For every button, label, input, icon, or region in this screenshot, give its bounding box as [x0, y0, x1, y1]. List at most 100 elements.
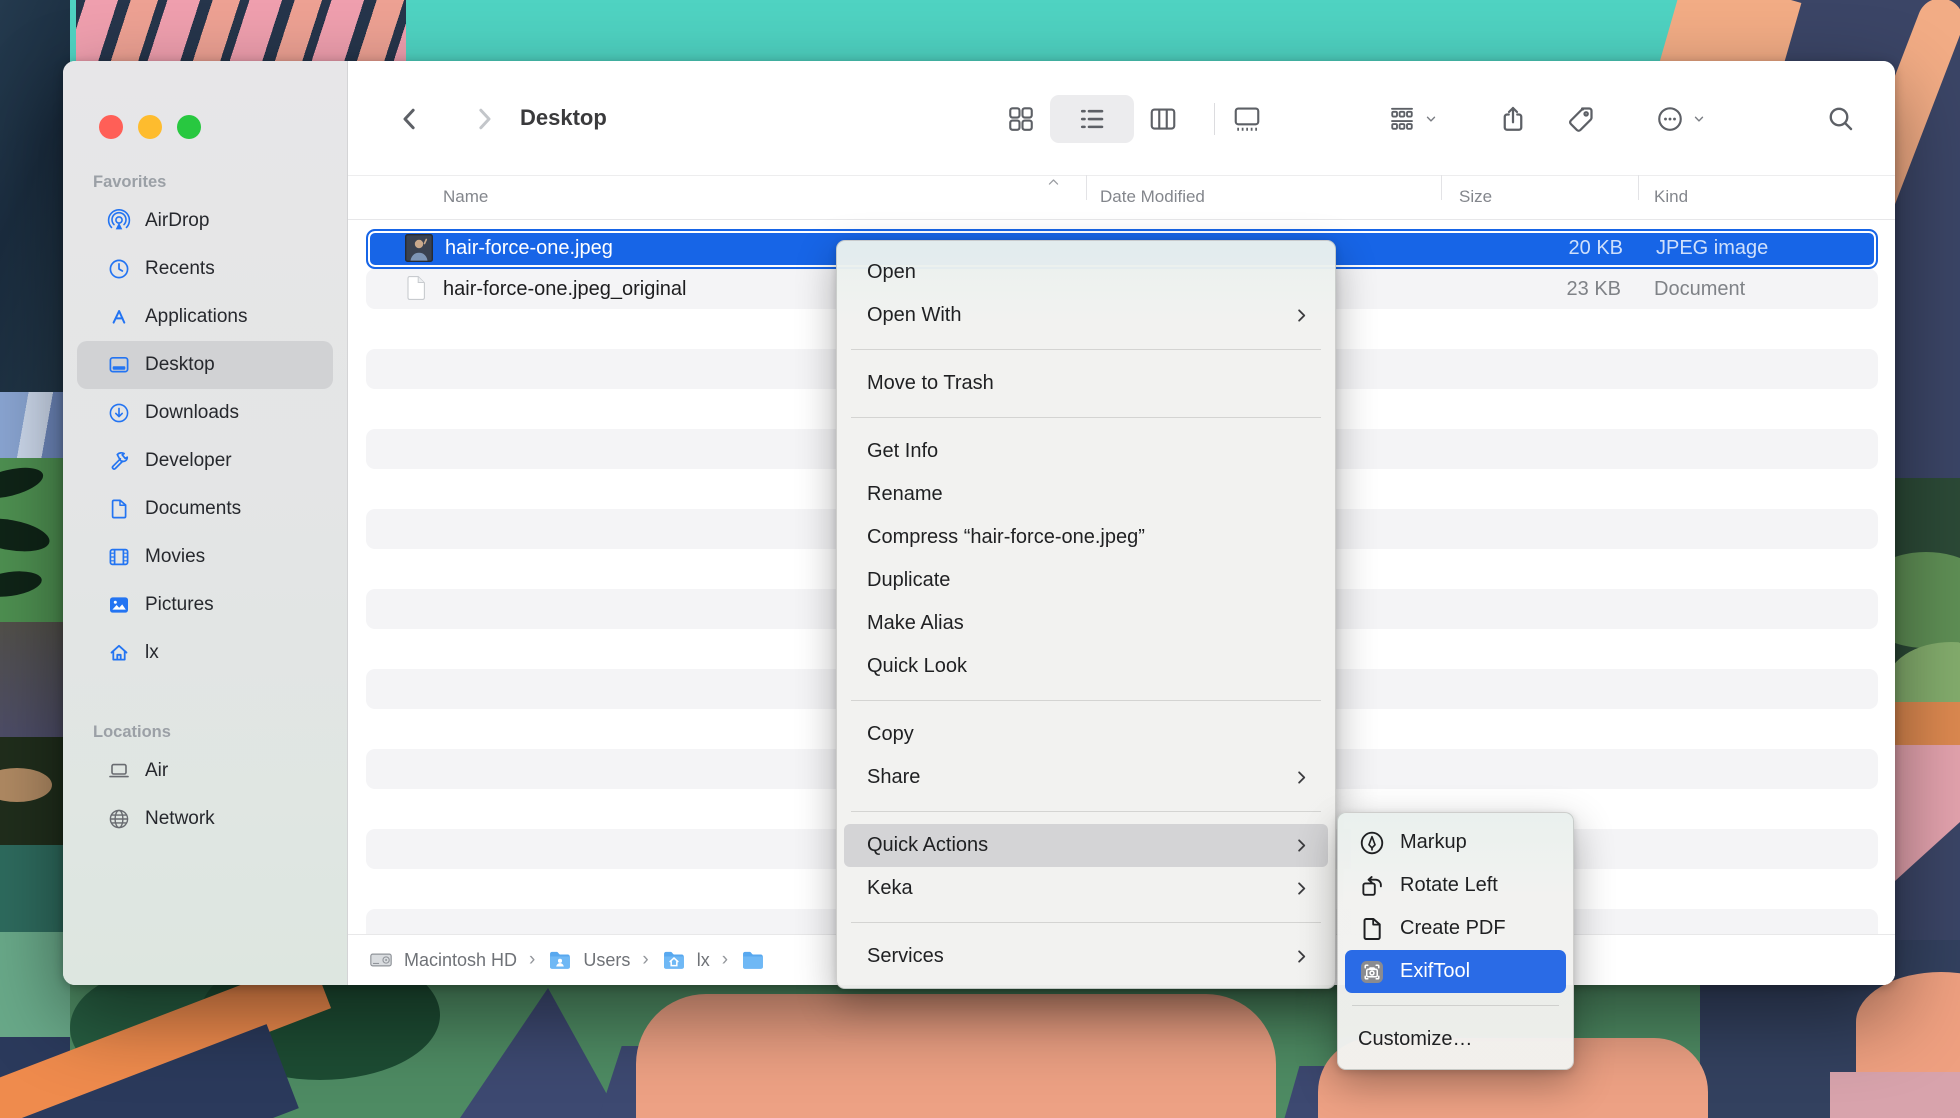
column-header-kind[interactable]: Kind: [1654, 175, 1688, 219]
sidebar-item-label: lx: [145, 642, 159, 664]
menu-item-rename[interactable]: Rename: [837, 473, 1335, 516]
column-divider[interactable]: [1441, 175, 1442, 200]
search-button[interactable]: [1818, 95, 1864, 143]
back-button[interactable]: [390, 95, 430, 143]
sidebar-item-documents[interactable]: Documents: [77, 485, 333, 533]
file-kind: Document: [1654, 269, 1745, 309]
path-segment-macintosh-hd[interactable]: Macintosh HD: [404, 950, 517, 971]
photo-icon: [107, 593, 131, 617]
submenu-chevron-icon: [1292, 836, 1311, 855]
submenu-chevron-icon: [1292, 947, 1311, 966]
folder-home-icon: [661, 947, 687, 973]
sidebar-item-label: Applications: [145, 306, 247, 328]
sidebar-item-label: Pictures: [145, 594, 214, 616]
menu-item-label: Services: [867, 945, 1292, 968]
quick-action-label: Customize…: [1358, 1028, 1472, 1051]
sidebar-item-label: Network: [145, 808, 215, 830]
menu-item-share[interactable]: Share: [837, 756, 1335, 799]
quick-action-create-pdf[interactable]: Create PDF: [1338, 907, 1573, 950]
photo-thumbnail-icon: [405, 234, 433, 262]
sidebar-item-label: Recents: [145, 258, 215, 280]
sidebar-item-lx[interactable]: lx: [77, 629, 333, 677]
menu-item-move-to-trash[interactable]: Move to Trash: [837, 362, 1335, 405]
sidebar-item-developer[interactable]: Developer: [77, 437, 333, 485]
column-divider[interactable]: [1086, 175, 1087, 200]
menu-item-label: Compress “hair-force-one.jpeg”: [867, 526, 1311, 549]
list-view-button[interactable]: [1050, 95, 1134, 143]
downloads-icon: [107, 401, 131, 425]
tags-button[interactable]: [1558, 95, 1604, 143]
sidebar-item-applications[interactable]: Applications: [77, 293, 333, 341]
context-menu: OpenOpen With Move to Trash Get Info Rename…: [836, 240, 1336, 989]
sidebar-item-pictures[interactable]: Pictures: [77, 581, 333, 629]
zoom-button[interactable]: [177, 115, 201, 139]
desktop-icon: [107, 353, 131, 377]
menu-item-quick-actions[interactable]: Quick Actions: [844, 824, 1328, 867]
menu-item-make-alias[interactable]: Make Alias: [837, 602, 1335, 645]
menu-divider: [1352, 1005, 1559, 1006]
menu-item-open-with[interactable]: Open With: [837, 294, 1335, 337]
share-button[interactable]: [1490, 95, 1536, 143]
column-view-button[interactable]: [1140, 95, 1186, 143]
laptop-icon: [107, 759, 131, 783]
file-name: hair-force-one.jpeg: [445, 231, 613, 266]
menu-item-keka[interactable]: Keka: [837, 867, 1335, 910]
menu-item-label: Quick Look: [867, 655, 1311, 678]
folder-users-icon: [547, 947, 573, 973]
menu-item-copy[interactable]: Copy: [837, 713, 1335, 756]
group-by-button[interactable]: [1374, 95, 1450, 143]
appstore-a-icon: [107, 305, 131, 329]
menu-item-services[interactable]: Services: [837, 935, 1335, 978]
submenu-chevron-icon: [1292, 768, 1311, 787]
column-header-name[interactable]: Name: [443, 175, 488, 219]
sidebar-sections: FavoritesAirDropRecentsApplicationsDeskt…: [63, 167, 347, 843]
more-actions-button[interactable]: [1642, 95, 1718, 143]
home-icon: [107, 641, 131, 665]
sidebar-item-movies[interactable]: Movies: [77, 533, 333, 581]
menu-item-open[interactable]: Open: [837, 251, 1335, 294]
finder-sidebar: FavoritesAirDropRecentsApplicationsDeskt…: [63, 61, 348, 985]
quick-action-customize[interactable]: Customize…: [1338, 1018, 1573, 1061]
file-name: hair-force-one.jpeg_original: [443, 269, 686, 309]
forward-button[interactable]: [464, 95, 504, 143]
menu-item-get-info[interactable]: Get Info: [837, 430, 1335, 473]
submenu-chevron-icon: [1292, 879, 1311, 898]
quick-action-label: ExifTool: [1400, 960, 1470, 983]
chevron-right-icon: [469, 104, 499, 134]
sidebar-item-air[interactable]: Air: [77, 747, 333, 795]
gallery-view-icon: [1232, 104, 1262, 134]
close-button[interactable]: [99, 115, 123, 139]
list-view-icon: [1077, 104, 1107, 134]
sidebar-item-network[interactable]: Network: [77, 795, 333, 843]
wallpaper-shape: [0, 0, 70, 392]
sidebar-item-desktop[interactable]: Desktop: [77, 341, 333, 389]
path-segment-users[interactable]: Users: [583, 950, 630, 971]
quick-action-rotate-left[interactable]: Rotate Left: [1338, 864, 1573, 907]
gallery-view-button[interactable]: [1224, 95, 1270, 143]
menu-item-label: Keka: [867, 877, 1292, 900]
quick-action-exiftool[interactable]: ExifTool: [1345, 950, 1566, 993]
wallpaper-shape: [1830, 1072, 1960, 1118]
exiftool-icon: [1358, 958, 1386, 986]
column-header-size[interactable]: Size: [1459, 175, 1492, 219]
path-separator-icon: ›: [529, 949, 535, 971]
menu-item-quick-look[interactable]: Quick Look: [837, 645, 1335, 688]
chevron-left-icon: [395, 104, 425, 134]
menu-item-compress-hair-force-one-jpeg[interactable]: Compress “hair-force-one.jpeg”: [837, 516, 1335, 559]
icon-view-button[interactable]: [998, 95, 1044, 143]
sidebar-item-label: Downloads: [145, 402, 239, 424]
file-size: 20 KB: [1473, 231, 1623, 266]
menu-item-duplicate[interactable]: Duplicate: [837, 559, 1335, 602]
clock-icon: [107, 257, 131, 281]
column-header-date-modified[interactable]: Date Modified: [1100, 175, 1205, 219]
folder-plain-icon: [740, 947, 766, 973]
column-divider[interactable]: [1638, 175, 1639, 200]
quick-action-markup[interactable]: Markup: [1338, 821, 1573, 864]
sidebar-item-downloads[interactable]: Downloads: [77, 389, 333, 437]
path-segment-lx[interactable]: lx: [697, 950, 710, 971]
sidebar-item-airdrop[interactable]: AirDrop: [77, 197, 333, 245]
rotate-left-icon: [1358, 872, 1386, 900]
minimize-button[interactable]: [138, 115, 162, 139]
sidebar-item-recents[interactable]: Recents: [77, 245, 333, 293]
menu-item-label: Rename: [867, 483, 1311, 506]
